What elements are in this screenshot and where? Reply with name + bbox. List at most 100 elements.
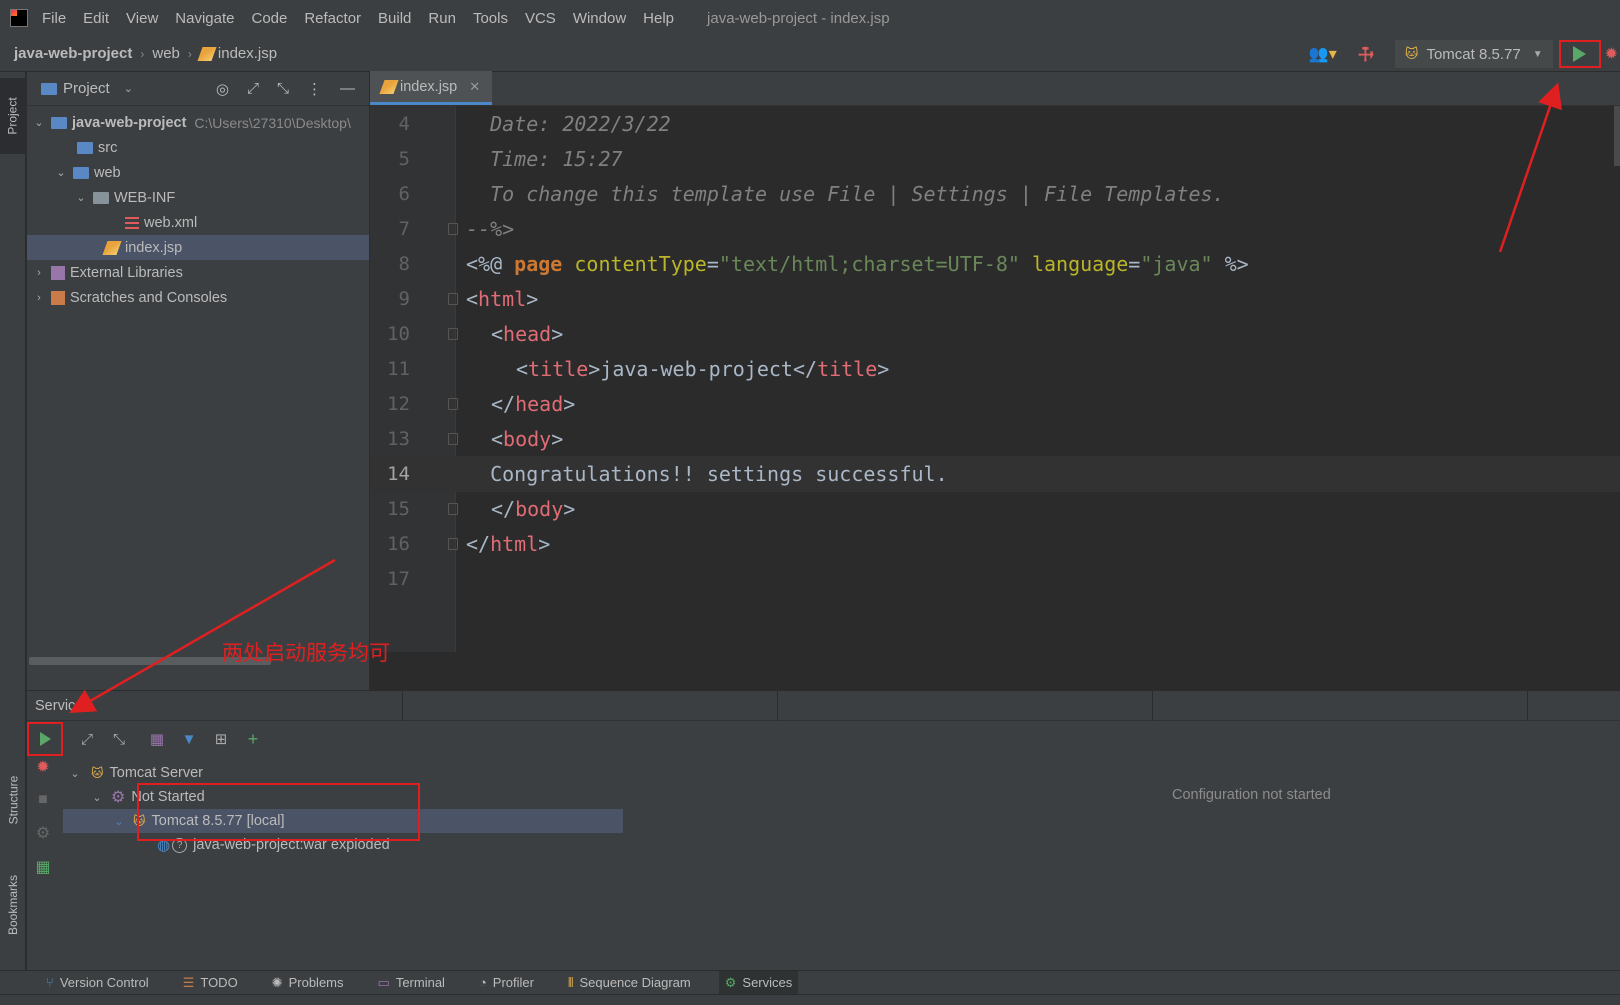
build-hammer-icon[interactable]: ⚒ (1352, 41, 1378, 67)
services-header: Services (27, 691, 1620, 721)
chevron-down-icon[interactable]: ⌄ (111, 815, 127, 828)
run-configuration-select[interactable]: 🐱 Tomcat 8.5.77 ▼ (1394, 40, 1553, 68)
jsp-file-icon (379, 79, 399, 94)
menu-code[interactable]: Code (251, 10, 287, 27)
chevron-down-icon[interactable]: ⌄ (124, 82, 133, 95)
expand-all-icon[interactable]: ⤢ (247, 80, 259, 98)
code-token: <%@ (466, 252, 515, 276)
services-run-button[interactable] (27, 722, 63, 756)
new-tab-icon[interactable]: ⊞ (205, 730, 237, 748)
tab-services[interactable]: ⚙ Services (718, 970, 799, 995)
menu-refactor[interactable]: Refactor (304, 10, 361, 27)
layout-icon[interactable]: ▦ (35, 857, 50, 877)
status-bar (0, 994, 1620, 1005)
breadcrumb-web[interactable]: web (152, 45, 180, 62)
filter-icon[interactable]: ▼ (173, 731, 205, 748)
code-text: To change this template use File | Setti… (466, 182, 1225, 206)
code-text: </head> (491, 392, 575, 416)
menu-edit[interactable]: Edit (83, 10, 109, 27)
tree-item-external-libraries[interactable]: › External Libraries (27, 260, 369, 285)
tab-sequence-diagram[interactable]: ⫴ Sequence Diagram (562, 971, 697, 995)
menu-run[interactable]: Run (428, 10, 456, 27)
fold-marker-icon[interactable] (448, 398, 458, 410)
tab-label: Profiler (492, 975, 534, 990)
breadcrumb-project[interactable]: java-web-project (14, 45, 132, 62)
options-menu-icon[interactable]: ⋮ (307, 80, 322, 98)
line-number: 8 (398, 253, 410, 275)
deploy-icon[interactable]: ⚙ (36, 823, 50, 843)
code-token: > (551, 427, 564, 451)
bookmarks-stripe-label: Bookmarks (6, 874, 20, 936)
menu-vcs[interactable]: VCS (525, 10, 556, 27)
locate-file-icon[interactable]: ◎ (216, 80, 229, 98)
code-line: 11 <title>java-web-project</title> (370, 351, 1620, 387)
chevron-right-icon[interactable]: › (31, 267, 47, 279)
chevron-down-icon[interactable]: ⌄ (31, 116, 47, 129)
chevron-down-icon[interactable]: ⌄ (89, 791, 105, 804)
column-divider (402, 691, 403, 721)
vertical-scrollbar[interactable] (1614, 106, 1620, 166)
menu-view[interactable]: View (126, 10, 158, 27)
menu-tools[interactable]: Tools (473, 10, 508, 27)
tree-item-scratches[interactable]: › Scratches and Consoles (27, 285, 369, 310)
breadcrumb-file[interactable]: index.jsp (218, 45, 277, 62)
terminal-icon: ▭ (377, 974, 390, 990)
tool-window-bookmarks[interactable]: Bookmarks (0, 860, 26, 950)
tree-item-index-jsp[interactable]: index.jsp (27, 235, 369, 260)
chevron-down-icon[interactable]: ⌄ (53, 166, 69, 179)
code-line: 16 </html> (370, 526, 1620, 562)
line-number: 15 (387, 498, 410, 520)
run-button[interactable] (1558, 40, 1601, 68)
column-divider (1527, 691, 1528, 721)
code-token: > (588, 357, 601, 381)
tool-window-structure[interactable]: Structure (0, 760, 26, 840)
tree-item-web[interactable]: ⌄ web (27, 160, 369, 185)
menu-bar: File Edit View Navigate Code Refactor Bu… (0, 0, 1620, 36)
menu-navigate[interactable]: Navigate (175, 10, 234, 27)
fold-marker-icon[interactable] (448, 433, 458, 445)
add-service-icon[interactable]: + (237, 729, 269, 750)
chevron-down-icon[interactable]: ⌄ (73, 191, 89, 204)
tab-problems[interactable]: ✺ Problems (266, 971, 350, 995)
tab-version-control[interactable]: ⑂ Version Control (40, 971, 155, 995)
menu-help[interactable]: Help (643, 10, 674, 27)
chevron-down-icon[interactable]: ⌄ (67, 767, 83, 780)
tool-window-project[interactable]: Project (0, 78, 26, 154)
menu-file[interactable]: File (42, 10, 66, 27)
project-panel: Project ⌄ ◎ ⤢ ⤡ ⋮ — ⌄ java-web-project C… (27, 72, 369, 690)
fold-marker-icon[interactable] (448, 293, 458, 305)
tab-profiler[interactable]: ◔ Profiler (473, 971, 540, 995)
collapse-all-icon[interactable]: ⤡ (277, 80, 289, 98)
fold-marker-icon[interactable] (448, 328, 458, 340)
tree-item-label: WEB-INF (114, 189, 176, 206)
tree-item-project-root[interactable]: ⌄ java-web-project C:\Users\27310\Deskto… (27, 110, 369, 135)
close-icon[interactable]: ✕ (469, 79, 480, 95)
tree-item-src[interactable]: src (27, 135, 369, 160)
tree-item-tomcat-server[interactable]: ⌄ 🐱 Tomcat Server (63, 761, 623, 785)
fold-marker-icon[interactable] (448, 503, 458, 515)
stop-icon[interactable]: ■ (38, 791, 48, 809)
project-view-selector[interactable]: Project (63, 80, 110, 97)
tab-terminal[interactable]: ▭ Terminal (372, 971, 451, 995)
collapse-all-icon[interactable]: ⤡ (103, 731, 135, 748)
code-token: java-web-project (600, 357, 793, 381)
project-view-icon (41, 82, 57, 95)
code-area[interactable]: 4 Date: 2022/3/22 5 Time: 15:27 6 To cha… (370, 106, 1620, 724)
chevron-right-icon[interactable]: › (31, 292, 47, 304)
tab-index-jsp[interactable]: index.jsp ✕ (370, 71, 493, 105)
fold-marker-icon[interactable] (448, 538, 458, 550)
code-with-me-icon[interactable]: 👥▾ (1309, 44, 1337, 64)
debug-icon[interactable]: ✹ (1605, 44, 1618, 64)
code-token: body (503, 427, 552, 451)
menu-build[interactable]: Build (378, 10, 411, 27)
group-by-icon[interactable]: ▦ (141, 730, 173, 748)
debug-icon[interactable]: ✹ (36, 757, 49, 777)
fold-marker-icon[interactable] (448, 223, 458, 235)
code-token: < (516, 357, 529, 381)
tree-item-web-inf[interactable]: ⌄ WEB-INF (27, 185, 369, 210)
tree-item-web-xml[interactable]: web.xml (27, 210, 369, 235)
expand-all-icon[interactable]: ⤢ (71, 731, 103, 748)
hide-panel-icon[interactable]: — (340, 80, 355, 98)
tab-todo[interactable]: ☰ TODO (177, 971, 244, 995)
menu-window[interactable]: Window (573, 10, 626, 27)
